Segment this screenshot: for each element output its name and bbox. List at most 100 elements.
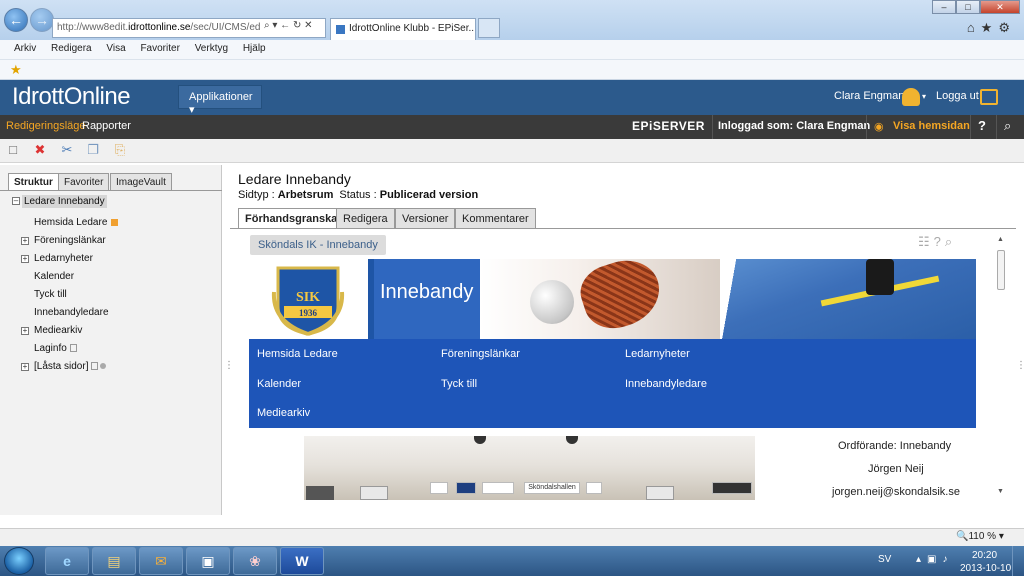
browser-tab-active[interactable]: IdrottOnline Klubb - EPiSer...	[330, 18, 476, 40]
logout-icon[interactable]	[980, 89, 998, 105]
nav-hemsida-ledare[interactable]: Hemsida Ledare	[257, 348, 338, 360]
start-button[interactable]	[4, 547, 34, 575]
tab-versioner[interactable]: Versioner	[395, 208, 456, 229]
user-chevron-icon[interactable]: ▾	[922, 92, 926, 101]
page-type-label: Sidtyp :	[238, 189, 278, 201]
hall-sign-skondalshallen: Sköndalshallen	[524, 482, 580, 494]
menu-redigera[interactable]: Redigera	[51, 43, 92, 54]
favicon-icon	[336, 25, 345, 34]
logged-in-as: Inloggad som: Clara Engman	[718, 120, 871, 132]
applications-button[interactable]: Applikationer ▾	[178, 85, 262, 116]
language-indicator[interactable]: SV	[878, 554, 891, 565]
expand-icon[interactable]: +	[21, 327, 29, 335]
scrollbar-thumb[interactable]	[997, 250, 1005, 290]
clock-time[interactable]: 20:20	[972, 550, 997, 561]
splitter-grip-icon[interactable]: ⋮	[1016, 361, 1024, 371]
page-meta: Sidtyp : Arbetsrum Status : Publicerad ve…	[238, 189, 478, 201]
nav-ledarnyheter[interactable]: Ledarnyheter	[625, 348, 690, 360]
menu-verktyg[interactable]: Verktyg	[195, 43, 228, 54]
view-site-link[interactable]: Visa hemsidan	[893, 120, 970, 132]
show-desktop-button[interactable]	[1012, 546, 1024, 576]
maximize-button[interactable]: □	[956, 0, 980, 14]
page-type-value: Arbetsrum	[277, 189, 334, 201]
tree-item-innebandyledare[interactable]: Innebandyledare	[34, 307, 109, 318]
tree-item-foreningslankar[interactable]: Föreningslänkar	[34, 235, 106, 246]
url-domain: idrottonline.se	[128, 22, 191, 33]
window-controls: – □ ✕	[932, 0, 1020, 14]
zoom-control[interactable]: 🔍110 % ▾	[956, 531, 1004, 542]
tree-item-laginfo[interactable]: Laginfo	[34, 343, 77, 354]
tree-item-mediearkiv[interactable]: Mediearkiv	[34, 325, 82, 336]
hall-sign	[712, 482, 752, 494]
tab-imagevault[interactable]: ImageVault	[110, 173, 172, 191]
tab-redigera[interactable]: Redigera	[336, 208, 395, 229]
tab-struktur[interactable]: Struktur	[8, 173, 59, 191]
tab-underline	[0, 190, 222, 191]
tree-item-hemsida-ledare[interactable]: Hemsida Ledare	[34, 217, 119, 228]
ie-tools-icons[interactable]: ⌂★⚙	[967, 20, 1016, 36]
chair-email-link[interactable]: jorgen.neij@skondalsik.se	[832, 486, 960, 498]
scroll-down-icon[interactable]: ▼	[997, 488, 1004, 495]
app-taskbar-icon[interactable]: ▣	[186, 547, 230, 575]
close-window-button[interactable]: ✕	[980, 0, 1020, 14]
crest-year: 1936	[299, 308, 318, 318]
nav-kalender[interactable]: Kalender	[257, 378, 301, 390]
tree-item-ledarnyheter[interactable]: Ledarnyheter	[34, 253, 93, 264]
menu-bar: Arkiv Redigera Visa Favoriter Verktyg Hj…	[0, 40, 1024, 60]
tree-item-lasta-sidor[interactable]: [Låsta sidor]	[34, 361, 107, 372]
copy-icon[interactable]: ❐	[86, 143, 100, 157]
search-icon[interactable]: ⌕	[1004, 118, 1011, 134]
outlook-taskbar-icon[interactable]: ✉	[139, 547, 183, 575]
collapse-icon[interactable]: –	[12, 197, 20, 205]
address-controls[interactable]: ⌕ ▾ ← ↻ ✕	[264, 20, 313, 31]
tray-icons[interactable]: ▴▣♪	[916, 554, 953, 565]
tree-item-tyck-till[interactable]: Tyck till	[34, 289, 67, 300]
nav-innebandyledare[interactable]: Innebandyledare	[625, 378, 707, 390]
expand-icon[interactable]: +	[21, 237, 29, 245]
site-nav	[249, 339, 976, 428]
minimize-button[interactable]: –	[932, 0, 956, 14]
cut-icon[interactable]: ✂	[60, 143, 74, 157]
divider	[970, 115, 971, 139]
menu-hjalp[interactable]: Hjälp	[243, 43, 266, 54]
paste-icon[interactable]: ⎘	[113, 143, 127, 157]
favorites-star-icon[interactable]: ★	[10, 62, 22, 78]
menu-visa[interactable]: Visa	[106, 43, 125, 54]
delete-icon[interactable]: ✖	[33, 143, 47, 157]
tab-forhandsgranska[interactable]: Förhandsgranska	[238, 208, 345, 229]
tab-kommentarer[interactable]: Kommentarer	[455, 208, 536, 229]
banner-title: Innebandy	[374, 259, 480, 339]
word-taskbar-icon[interactable]: W	[280, 547, 324, 575]
page-icon	[91, 362, 99, 371]
idrottonline-logo[interactable]: IdrottOnline	[12, 83, 131, 111]
help-icon[interactable]: ?	[978, 118, 986, 133]
nav-tyck-till[interactable]: Tyck till	[441, 378, 477, 390]
back-icon[interactable]: ←	[4, 8, 28, 32]
expand-icon[interactable]: +	[21, 363, 29, 371]
menu-favoriter[interactable]: Favoriter	[140, 43, 179, 54]
new-tab-button[interactable]	[478, 18, 500, 38]
scroll-up-icon[interactable]: ▲	[997, 236, 1004, 243]
expand-icon[interactable]: +	[21, 255, 29, 263]
edit-mode-tab[interactable]: Redigeringsläge	[6, 120, 86, 132]
user-name[interactable]: Clara Engman	[834, 90, 904, 102]
user-icon[interactable]	[902, 88, 920, 106]
new-page-icon[interactable]: □	[6, 143, 20, 157]
tree-item-kalender[interactable]: Kalender	[34, 271, 74, 282]
tree-root-node[interactable]: Ledare Innebandy	[22, 195, 107, 208]
logout-link[interactable]: Logga ut	[936, 90, 979, 102]
nav-foreningslankar[interactable]: Föreningslänkar	[441, 348, 520, 360]
reports-tab[interactable]: Rapporter	[82, 120, 131, 132]
menu-arkiv[interactable]: Arkiv	[14, 43, 36, 54]
browser-status-bar	[0, 528, 1024, 546]
eye-icon[interactable]: ◉	[874, 120, 884, 133]
tab-favoriter[interactable]: Favoriter	[58, 173, 110, 191]
explorer-taskbar-icon[interactable]: ▤	[92, 547, 136, 575]
clock-date[interactable]: 2013-10-10	[960, 563, 1011, 574]
snipping-taskbar-icon[interactable]: ❀	[233, 547, 277, 575]
preview-tool-icons[interactable]: ☷?⌕	[918, 234, 956, 250]
ie-taskbar-icon[interactable]: e	[45, 547, 89, 575]
forward-icon[interactable]: →	[30, 8, 54, 32]
nav-mediearkiv[interactable]: Mediearkiv	[257, 407, 310, 419]
tree-item-label: [Låsta sidor]	[34, 361, 89, 372]
